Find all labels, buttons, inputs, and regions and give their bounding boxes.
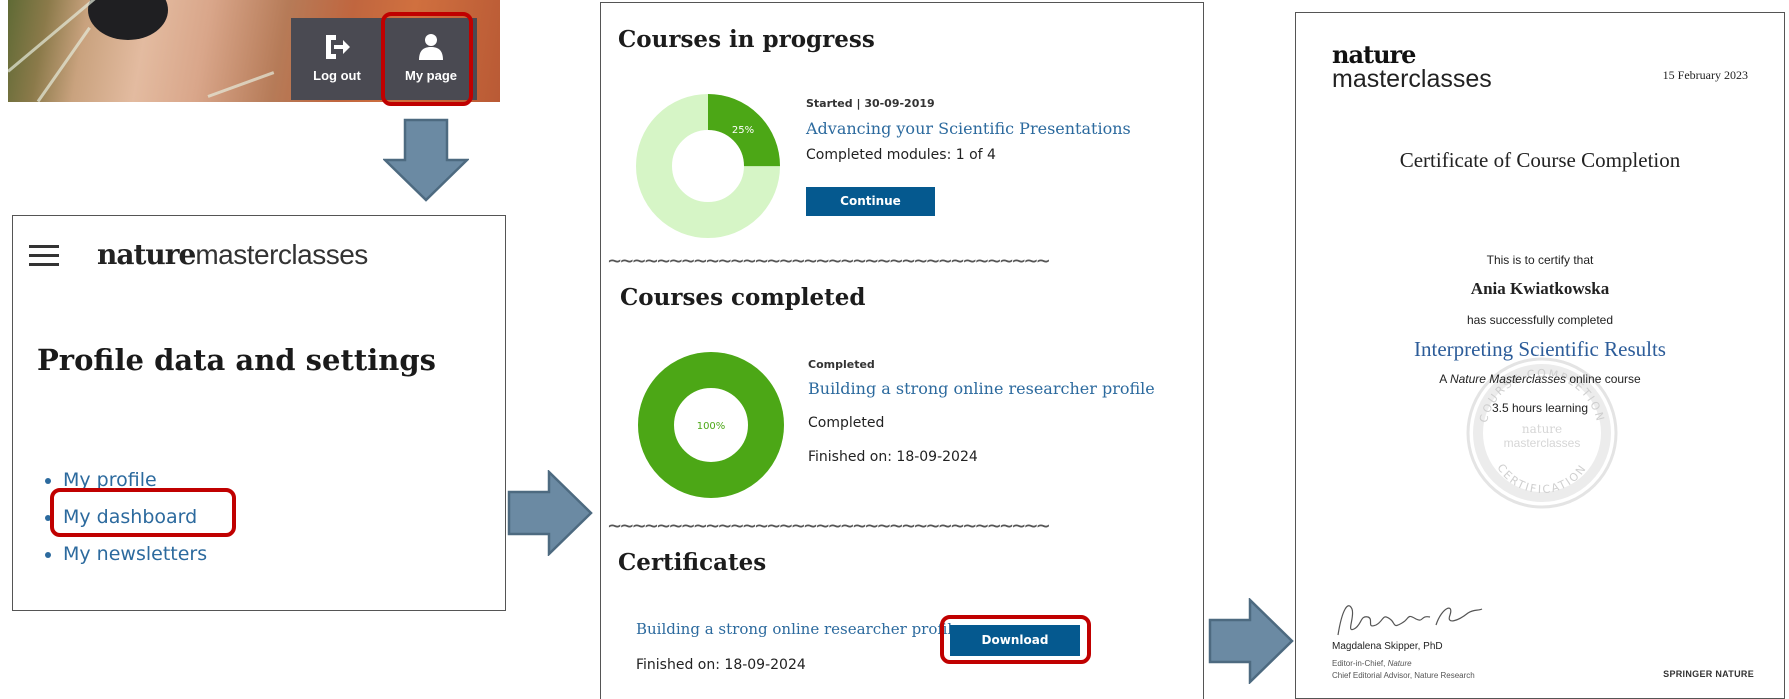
highlight-my-page: [381, 12, 473, 106]
desc-b: online course: [1566, 372, 1641, 386]
section-break-wave: ~~~~~~~~~~~~~~~~~~~~~~~~~~~~~~~~~~~~: [608, 512, 1194, 542]
highlight-download: [940, 615, 1091, 664]
desc-a: A: [1439, 372, 1450, 386]
certificate-course-title: Interpreting Scientific Results: [1414, 337, 1666, 361]
signer-role-1: Editor-in-Chief, Nature: [1332, 659, 1412, 668]
logout-icon: [326, 35, 350, 59]
completed-course-link[interactable]: Building a strong online researcher prof…: [808, 379, 1155, 398]
completed-status: Completed: [808, 415, 885, 431]
progress-donut-chart: 25%: [636, 94, 780, 238]
seal-center-1: nature: [1522, 422, 1562, 436]
logo-light: masterclasses: [195, 239, 368, 270]
springer-nature-logo: SPRINGER NATURE: [1663, 669, 1754, 679]
role1-em: Nature: [1387, 659, 1412, 668]
cert-logo-bold: nature: [1332, 40, 1416, 69]
cert-logo-light: masterclasses: [1332, 65, 1492, 93]
logout-button[interactable]: Log out: [291, 18, 383, 100]
section-break-wave: ~~~~~~~~~~~~~~~~~~~~~~~~~~~~~~~~~~~~: [608, 247, 1194, 277]
certify-text: This is to certify that: [1486, 253, 1594, 267]
my-newsletters-link[interactable]: My newsletters: [63, 536, 207, 573]
role1-a: Editor-in-Chief,: [1332, 659, 1388, 668]
courses-in-progress-title: Courses in progress: [618, 26, 875, 53]
certificates-title: Certificates: [618, 549, 767, 576]
learning-hours: 3.5 hours learning: [1491, 401, 1589, 415]
course-title-link[interactable]: Advancing your Scientific Presentations: [806, 119, 1131, 138]
certificate-logo: nature masterclasses: [1332, 40, 1492, 93]
courses-completed-title: Courses completed: [620, 284, 866, 311]
certificate-date: 15 February 2023: [1662, 68, 1748, 82]
donut-percent-label: 25%: [732, 125, 754, 136]
certificate-finished-date: Finished on: 18-09-2024: [636, 657, 806, 673]
started-line: Started | 30-09-2019: [806, 97, 935, 110]
right-arrow-icon: [1208, 598, 1294, 684]
seal-center-2: masterclasses: [1504, 436, 1581, 450]
completed-donut-chart: 100%: [638, 352, 784, 498]
hamburger-menu-icon[interactable]: [29, 245, 59, 266]
down-arrow-icon: [383, 118, 469, 202]
glove-shape: [88, 0, 168, 40]
certificate-course-link[interactable]: Building a strong online researcher prof…: [636, 620, 961, 638]
completed-modules: Completed modules: 1 of 4: [806, 147, 996, 163]
logo-bold: nature: [97, 238, 196, 271]
completed-status-label: Completed: [808, 358, 875, 371]
signer-role-2: Chief Editorial Advisor, Nature Research: [1332, 671, 1475, 680]
logout-label: Log out: [313, 68, 361, 83]
certificate-heading: Certificate of Course Completion: [1399, 148, 1681, 172]
continue-button[interactable]: Continue: [806, 187, 935, 216]
page-title: Profile data and settings: [37, 343, 436, 377]
recipient-name: Ania Kwiatkowska: [1470, 279, 1610, 298]
right-arrow-icon: [507, 470, 593, 556]
desc-em: Nature Masterclasses: [1449, 372, 1566, 386]
course-description: A Nature Masterclasses online course: [1296, 372, 1784, 386]
completed-text: has successfully completed: [1466, 313, 1614, 327]
signature-image: [1337, 605, 1483, 636]
highlight-my-dashboard: [50, 488, 236, 537]
donut-percent-label: 100%: [697, 421, 726, 432]
nature-masterclasses-logo[interactable]: naturemasterclasses: [97, 238, 368, 271]
signer-name: Magdalena Skipper, PhD: [1332, 641, 1443, 652]
started-label: Started: [806, 97, 853, 110]
profile-panel: naturemasterclasses Profile data and set…: [12, 215, 506, 611]
started-date: 30-09-2019: [864, 97, 935, 110]
certificate-document: nature masterclasses 15 February 2023 Ce…: [1295, 12, 1785, 699]
finished-date: Finished on: 18-09-2024: [808, 449, 978, 465]
